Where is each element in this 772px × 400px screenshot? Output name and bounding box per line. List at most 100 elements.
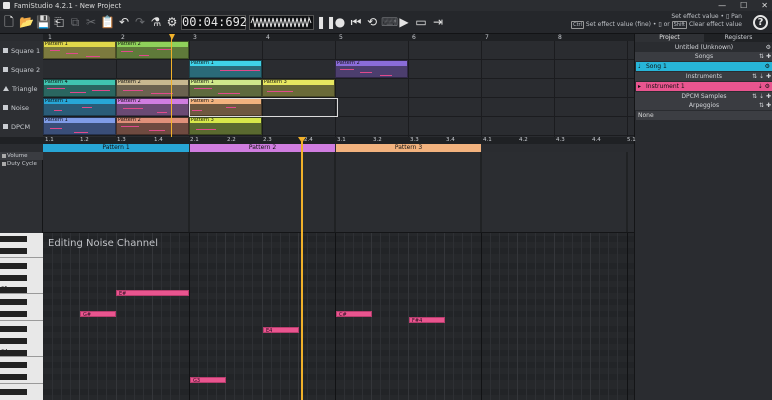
tick-label: 3.1 xyxy=(337,137,346,143)
channel-triangle[interactable]: Triangle xyxy=(0,79,43,98)
arpeggios-header: Arpeggios ⇅ ✚ xyxy=(635,101,772,110)
pattern-block[interactable]: Pattern 1 xyxy=(189,79,262,97)
effect-duty-cycle[interactable]: Duty Cycle xyxy=(0,160,43,168)
note[interactable]: F#4 xyxy=(409,317,445,323)
new-file-icon[interactable]: 🗋 xyxy=(2,15,16,29)
effect-hints: Set effect value • ▯ Pan Ctrl Set effect… xyxy=(571,13,742,29)
channel-dpcm[interactable]: DPCM xyxy=(0,117,43,136)
note[interactable]: E4 xyxy=(263,327,299,333)
effect-volume[interactable]: Volume xyxy=(0,152,43,160)
dpcm-header-label: DPCM Samples xyxy=(681,93,727,100)
piano-black-key[interactable] xyxy=(0,326,27,332)
export-icon[interactable]: ⎗ xyxy=(52,15,66,29)
transform-icon[interactable]: ⚗ xyxy=(149,15,163,29)
machine-icon[interactable]: ▭ xyxy=(414,15,428,29)
channel-noise[interactable]: Noise xyxy=(0,98,43,117)
piano-roll-playhead-marker[interactable] xyxy=(298,137,306,143)
effect-label: Volume xyxy=(7,153,28,159)
oscilloscope xyxy=(249,15,314,30)
bar-number: 3 xyxy=(193,34,197,41)
pattern-block[interactable]: Pattern 3 xyxy=(189,117,262,135)
pattern-block[interactable]: Pattern 2 xyxy=(335,60,408,78)
piano-black-key[interactable] xyxy=(0,338,27,344)
piano-black-key[interactable] xyxy=(0,362,27,368)
effect-editor[interactable] xyxy=(43,152,634,233)
pattern-block[interactable]: Pattern 1 xyxy=(189,60,262,78)
piano-white-key[interactable] xyxy=(0,356,43,357)
pattern-block[interactable]: Pattern 1 xyxy=(43,117,116,135)
pause-icon[interactable]: ❚❚ xyxy=(316,15,336,29)
timecode-display[interactable]: 00:04:692 xyxy=(181,15,247,30)
arpeggio-none-item[interactable]: None xyxy=(636,111,772,120)
minimize-button[interactable]: — xyxy=(718,1,726,10)
instrument-properties-icon[interactable]: ⇣ ⚙ xyxy=(758,82,770,91)
metronome-icon[interactable]: ▶ xyxy=(397,15,411,29)
note[interactable]: G3 xyxy=(190,377,226,383)
piano-black-key[interactable] xyxy=(0,236,27,242)
piano-black-key[interactable] xyxy=(0,374,27,380)
copy-icon[interactable]: ⧉ xyxy=(68,15,82,29)
note[interactable]: G# xyxy=(80,311,116,317)
cut-icon[interactable]: ✂ xyxy=(84,15,98,29)
add-instrument-icon[interactable]: ⇅ ⇣ ✚ xyxy=(752,72,771,81)
instrument-expand-icon[interactable]: ▸ xyxy=(638,82,641,91)
song-item[interactable]: ♩ Song 1 ⚙ xyxy=(636,62,772,71)
piano-black-key[interactable] xyxy=(0,299,27,305)
song-note-icon: ♩ xyxy=(638,63,641,70)
pattern-header-2[interactable]: Pattern 2 xyxy=(190,144,335,152)
piano-white-key[interactable] xyxy=(0,320,43,321)
piano-black-key[interactable] xyxy=(0,311,27,317)
pattern-block[interactable]: Pattern 4 xyxy=(43,79,116,97)
loop-icon[interactable]: ⟲ xyxy=(365,15,379,29)
open-folder-icon[interactable]: 📂 xyxy=(19,15,34,29)
add-arpeggio-icon[interactable]: ⇅ ✚ xyxy=(759,101,771,110)
piano-black-key[interactable] xyxy=(0,389,27,395)
pattern-block[interactable]: Pattern 2 xyxy=(116,41,189,59)
piano-white-key[interactable] xyxy=(0,383,43,384)
song-properties-icon[interactable]: ⚙ xyxy=(765,62,770,71)
piano-black-key[interactable] xyxy=(0,275,27,281)
paste-icon[interactable]: 📋 xyxy=(100,15,115,29)
channel-square-1[interactable]: Square 1 xyxy=(0,41,43,60)
maximize-button[interactable]: ☐ xyxy=(740,1,747,10)
tick-label: 1.1 xyxy=(45,137,54,143)
tab-project[interactable]: Project xyxy=(635,34,704,42)
project-properties-icon[interactable]: ⚙ xyxy=(766,43,771,52)
piano-roll-notes[interactable]: Editing Noise Channel E# G# E4 C# F#4 G3 xyxy=(43,233,634,400)
sequencer-grid[interactable]: Pattern 1 Pattern 2 Pattern 1 Pattern 2 … xyxy=(43,41,634,137)
tab-registers[interactable]: Registers xyxy=(704,34,772,42)
note[interactable]: C# xyxy=(336,311,372,317)
redo-icon[interactable]: ↷ xyxy=(133,15,147,29)
pattern-block[interactable]: Pattern 2 xyxy=(116,79,189,97)
project-name-row[interactable]: Untitled (Unknown) ⚙ xyxy=(635,43,772,52)
piano-roll-ruler[interactable]: 1.1 1.2 1.3 1.4 2.1 2.2 2.3 2.4 3.1 3.2 … xyxy=(0,137,636,144)
piano-black-key[interactable] xyxy=(0,263,27,269)
add-dpcm-icon[interactable]: ⇅ ⇣ ✚ xyxy=(752,92,771,101)
pattern-block[interactable]: Pattern 1 xyxy=(43,98,116,116)
add-song-icon[interactable]: ⇅ ✚ xyxy=(759,52,771,61)
pattern-block[interactable]: Pattern 2 xyxy=(116,98,189,116)
channel-name: Square 2 xyxy=(11,65,41,74)
piano-keyboard[interactable]: C5 C4 xyxy=(0,233,43,400)
save-icon[interactable]: 💾 xyxy=(36,15,51,29)
instrument-item[interactable]: ▸ Instrument 1 ⇣ ⚙ xyxy=(636,82,772,91)
piano-white-key[interactable] xyxy=(0,257,43,258)
follow-icon[interactable]: ⇥ xyxy=(431,15,445,29)
pattern-header-3[interactable]: Pattern 3 xyxy=(336,144,481,152)
channel-square-2[interactable]: Square 2 xyxy=(0,60,43,79)
pattern-block[interactable]: Pattern 3 xyxy=(262,79,335,97)
pattern-block[interactable]: Pattern 2 xyxy=(116,117,189,135)
undo-icon[interactable]: ↶ xyxy=(117,15,131,29)
pattern-block[interactable]: Pattern 1 xyxy=(43,41,116,59)
pattern-header-1[interactable]: Pattern 1 xyxy=(43,144,189,152)
piano-black-key[interactable] xyxy=(0,248,27,254)
rewind-icon[interactable]: ⏮ xyxy=(349,15,363,29)
qwerty-icon[interactable]: ⌨ xyxy=(381,15,398,29)
sequencer-playhead-marker[interactable] xyxy=(169,34,175,40)
note[interactable]: E# xyxy=(116,290,189,296)
record-icon[interactable]: ● xyxy=(333,15,347,29)
piano-white-key[interactable] xyxy=(0,293,43,294)
help-icon[interactable]: ? xyxy=(753,15,768,30)
close-button[interactable]: ✕ xyxy=(761,1,768,10)
config-gear-icon[interactable]: ⚙ xyxy=(165,15,179,29)
